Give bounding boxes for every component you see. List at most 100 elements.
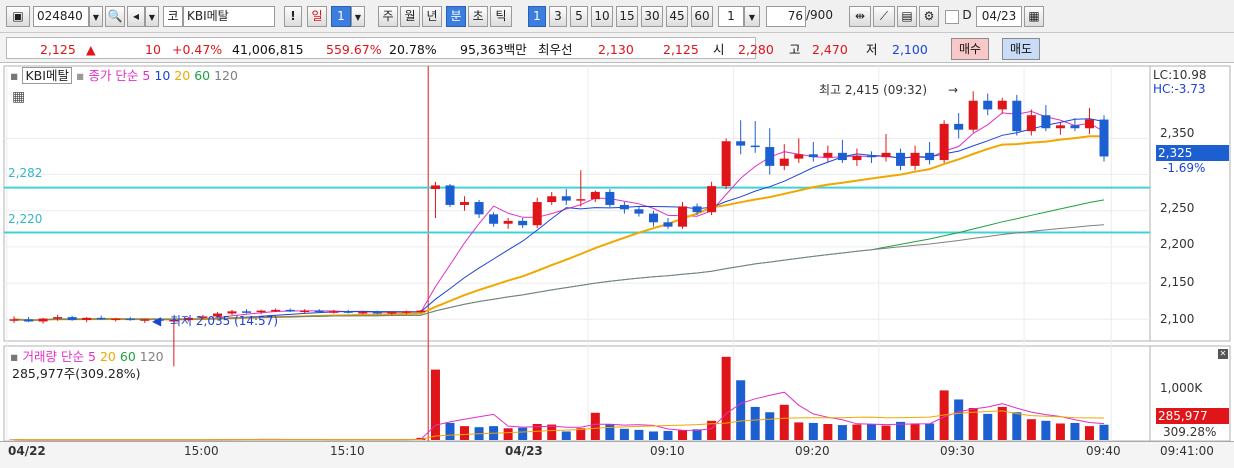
previous-stock-icon[interactable]: ◂ (127, 6, 145, 27)
volume-legend-ma60[interactable]: 60 (120, 349, 136, 364)
minute-option-3[interactable]: 3 (549, 6, 567, 27)
legend-ma-type[interactable]: 종가 단순 (88, 68, 138, 83)
date-checkbox-label: D (962, 8, 972, 22)
candle-body (474, 202, 484, 215)
candle-body (285, 309, 295, 312)
candle-body (401, 311, 411, 313)
time-label-0423: 04/23 (505, 444, 543, 458)
arrow-right-icon: → (948, 83, 959, 97)
sell-button[interactable]: 매도 (1002, 38, 1040, 60)
candle-body (300, 310, 310, 313)
hc-label: HC:-3.73 (1153, 82, 1206, 96)
candle-body (343, 311, 353, 313)
close-icon[interactable]: ✕ (1218, 349, 1228, 359)
trade-amount: 95,363백만 (460, 42, 527, 57)
candle-body (125, 318, 135, 321)
period-day-button[interactable]: 일 (307, 6, 327, 27)
gear-icon[interactable]: ⚙ (919, 6, 939, 27)
alert-button[interactable]: ! (284, 6, 302, 27)
legend-ma5[interactable]: 5 (142, 68, 150, 83)
stock-code-dropdown[interactable] (89, 6, 103, 27)
candle-body (939, 123, 949, 161)
period-week-button[interactable]: 주 (378, 6, 398, 27)
count-input[interactable]: 76 (766, 6, 806, 27)
candle-body (387, 312, 397, 314)
candle-body (881, 152, 891, 158)
minute-option-1[interactable]: 1 (528, 6, 546, 27)
volume-bar (1026, 419, 1036, 440)
market-badge: 코 (163, 6, 183, 27)
calendar-icon[interactable]: ▦ (1024, 6, 1044, 27)
volume-legend-ma20[interactable]: 20 (100, 349, 116, 364)
candle-body (808, 154, 818, 158)
legend-ma10[interactable]: 10 (154, 68, 170, 83)
volume-legend-ma5[interactable]: 5 (88, 349, 96, 364)
y-tick-2100: 2,100 (1160, 312, 1195, 326)
time-label-0920: 09:20 (795, 444, 830, 458)
candle-body (242, 311, 252, 313)
legend-toggle-icon[interactable]: ▪ (10, 349, 18, 364)
volume-bar (881, 425, 891, 440)
candle-body (1099, 119, 1109, 157)
minute-option-5[interactable]: 5 (570, 6, 588, 27)
legend-ma20[interactable]: 20 (174, 68, 190, 83)
candle-body (67, 317, 77, 321)
period-second-button[interactable]: 초 (468, 6, 488, 27)
candle-body (547, 196, 557, 203)
period-day-dropdown[interactable] (351, 6, 365, 27)
volume-legend-ma120[interactable]: 120 (140, 349, 164, 364)
minute-option-15[interactable]: 15 (616, 6, 638, 27)
minute-option-30[interactable]: 30 (641, 6, 663, 27)
candle-body (430, 185, 440, 190)
buy-button[interactable]: 매수 (951, 38, 989, 60)
volume-bar (663, 430, 673, 440)
date-input[interactable]: 04/23 (976, 6, 1022, 27)
candle-body (1084, 119, 1094, 129)
count-total-label: /900 (806, 8, 833, 22)
volume-value-tag: 285,977 (1156, 408, 1229, 424)
fit-icon[interactable]: ⇹ (849, 6, 871, 27)
interval-dropdown[interactable] (744, 6, 760, 27)
search-icon[interactable]: 🔍 (105, 6, 125, 27)
volume-bar (561, 431, 571, 440)
minute-option-60[interactable]: 60 (691, 6, 713, 27)
volume-bar (1084, 426, 1094, 440)
candle-body (1041, 115, 1051, 129)
volume-legend-name[interactable]: 거래량 (22, 349, 57, 364)
minute-option-45[interactable]: 45 (666, 6, 688, 27)
price-chart[interactable] (0, 63, 1234, 468)
volume-bar (430, 369, 440, 440)
period-minute-button[interactable]: 분 (446, 6, 466, 27)
save-icon[interactable]: ▤ (897, 6, 917, 27)
legend-ma120[interactable]: 120 (214, 68, 238, 83)
period-day-count-button[interactable]: 1 (331, 6, 351, 27)
volume-bar (823, 424, 833, 440)
trendline-icon[interactable]: ⟋ (873, 6, 895, 27)
stock-code-input[interactable]: 024840 (33, 6, 89, 27)
stock-name-field[interactable]: KBI메탈 (183, 6, 275, 27)
chart-toolbar: ▣ 024840 🔍 ◂ 코 KBI메탈 ! 일 1 주 월 년 분 초 틱 1… (0, 0, 1234, 33)
legend-ma60[interactable]: 60 (194, 68, 210, 83)
candle-body (372, 312, 382, 314)
window-icon[interactable]: ▣ (6, 6, 30, 27)
candle-body (925, 152, 935, 161)
table-icon[interactable]: ▦ (12, 89, 25, 105)
lc-label: LC:10.98 (1153, 68, 1207, 82)
candle-body (983, 100, 993, 110)
legend-toggle-icon[interactable]: ▪ (10, 68, 18, 83)
legend-stock-name[interactable]: KBI메탈 (22, 67, 72, 84)
volume-legend-ma-type[interactable]: 단순 (61, 349, 84, 364)
date-checkbox[interactable] (945, 10, 959, 24)
period-month-button[interactable]: 월 (400, 6, 420, 27)
open-label: 시 (713, 42, 725, 57)
volume-bar (750, 406, 760, 440)
stock-history-dropdown[interactable] (145, 6, 159, 27)
candle-body (53, 317, 63, 319)
candle-body (1070, 125, 1080, 129)
interval-input[interactable]: 1 (718, 6, 744, 27)
period-tick-button[interactable]: 틱 (490, 6, 512, 27)
legend-toggle-icon[interactable]: ▪ (76, 68, 84, 83)
volume-bar (605, 424, 615, 440)
minute-option-10[interactable]: 10 (591, 6, 613, 27)
period-year-button[interactable]: 년 (422, 6, 442, 27)
